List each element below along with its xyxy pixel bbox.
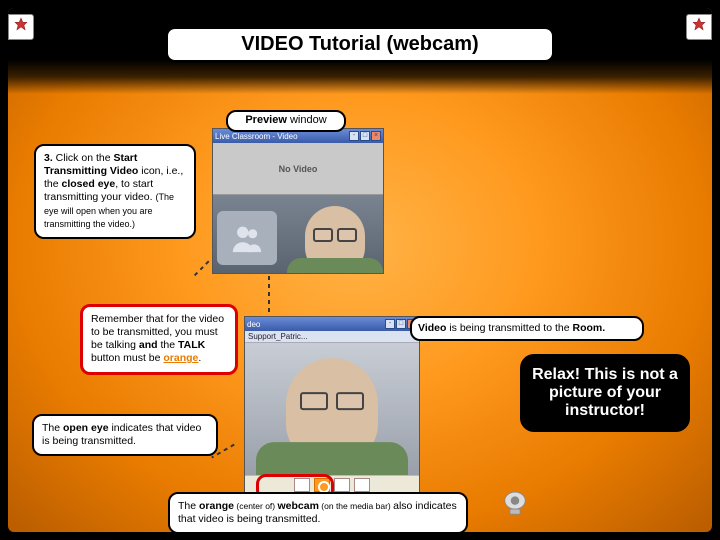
slide: VIDEO Tutorial (webcam) Preview window 3… xyxy=(8,8,712,532)
relax-panel: Relax! This is not a picture of your ins… xyxy=(520,354,690,432)
media-button[interactable] xyxy=(334,478,350,492)
video-window-preview: Live Classroom - Video - □ × No Video xyxy=(212,128,384,274)
step-number: 3. xyxy=(44,152,53,164)
logo-left xyxy=(8,14,34,40)
maximize-button[interactable]: □ xyxy=(360,131,370,141)
webcam-preview xyxy=(213,195,383,273)
no-video-pane: No Video xyxy=(213,143,383,195)
connector-line xyxy=(268,276,270,316)
mediabar-callout: The orange (center of) webcam (on the me… xyxy=(168,492,468,532)
media-button[interactable] xyxy=(294,478,310,492)
face-illustration xyxy=(286,358,378,464)
window-title: Live Classroom - Video xyxy=(215,132,298,141)
participant-name: Support_Patric... xyxy=(245,331,419,343)
step3-callout: 3. Click on the Start Transmitting Video… xyxy=(34,144,196,239)
preview-bold: Preview xyxy=(245,114,287,126)
webcam-icon[interactable] xyxy=(314,478,330,492)
logo-right xyxy=(686,14,712,40)
media-bar xyxy=(245,475,419,493)
open-eye-callout: The open eye indicates that video is bei… xyxy=(32,414,218,456)
face-illustration xyxy=(305,206,365,273)
preview-window-label: Preview window xyxy=(226,110,346,132)
webcam-feed xyxy=(245,343,419,475)
maximize-button[interactable]: □ xyxy=(396,319,406,329)
connector-line xyxy=(193,261,210,278)
video-window-room: deo - □ × Support_Patric... xyxy=(244,316,420,498)
star-icon xyxy=(692,17,706,31)
close-button[interactable]: × xyxy=(371,131,381,141)
webcam-device-icon xyxy=(498,490,532,518)
window-title-frag: deo xyxy=(247,320,260,329)
preview-text: window xyxy=(290,114,327,126)
video-transmitted-callout: Video is being transmitted to the Room. xyxy=(410,316,644,341)
star-icon xyxy=(14,17,28,31)
page-title: VIDEO Tutorial (webcam) xyxy=(165,26,555,63)
minimize-button[interactable]: - xyxy=(349,131,359,141)
person-placeholder-icon xyxy=(217,211,277,265)
titlebar: deo - □ × xyxy=(245,317,419,331)
remember-callout: Remember that for the video to be transm… xyxy=(80,304,238,375)
minimize-button[interactable]: - xyxy=(385,319,395,329)
media-button[interactable] xyxy=(354,478,370,492)
